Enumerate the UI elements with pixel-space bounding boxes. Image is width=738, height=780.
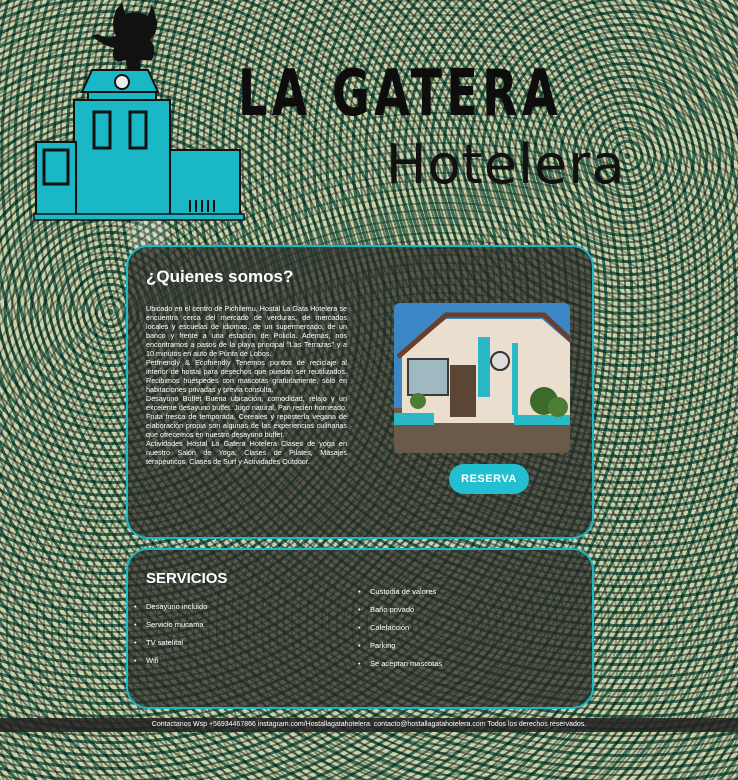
about-text: Ubicado en el centro de Pichilemu, Hosta…	[146, 304, 347, 466]
list-item: Custodia de valores	[358, 587, 442, 605]
services-list-right: Custodia de valores Baño privado Calefac…	[358, 587, 442, 677]
list-item: Se aceptan mascotas	[358, 659, 442, 677]
brand-title: LA GATERA	[238, 57, 562, 131]
about-card: ¿Quienes somos? Ubicado en el centro de …	[126, 245, 594, 539]
services-card: SERVICIOS Desayuno incluido Servicio muc…	[126, 548, 594, 709]
list-item: Calefacción	[358, 623, 442, 641]
list-item: Desayuno incluido	[134, 602, 207, 620]
about-paragraph-breakfast: Desayuno Buffet Buena ubicación, comodid…	[146, 394, 347, 439]
about-paragraph-petfriendly: Petfriendly & Ecofriendly Tenemos puntos…	[146, 358, 347, 394]
list-item: Baño privado	[358, 605, 442, 623]
house-with-cat-icon[interactable]	[30, 0, 250, 225]
list-item: TV satelital	[134, 638, 207, 656]
list-item: Wifi	[134, 656, 207, 674]
footer-contact: Contactanos Wsp +56934467866 instagram.c…	[0, 718, 738, 732]
site-header: LA GATERA Hotelera	[0, 0, 738, 240]
services-heading: SERVICIOS	[146, 570, 228, 587]
list-item: Servicio mucama	[134, 620, 207, 638]
list-item: Parking	[358, 641, 442, 659]
hostel-photo	[394, 303, 570, 453]
about-paragraph-activities: Actividades Hostal La Gatera Hotelera Cl…	[146, 439, 347, 466]
about-paragraph-location: Ubicado en el centro de Pichilemu, Hosta…	[146, 304, 347, 358]
brand-subtitle: Hotelera	[386, 133, 626, 196]
reserve-button[interactable]: RESERVA	[449, 464, 529, 494]
about-heading: ¿Quienes somos?	[146, 267, 294, 286]
services-list-left: Desayuno incluido Servicio mucama TV sat…	[134, 602, 207, 674]
